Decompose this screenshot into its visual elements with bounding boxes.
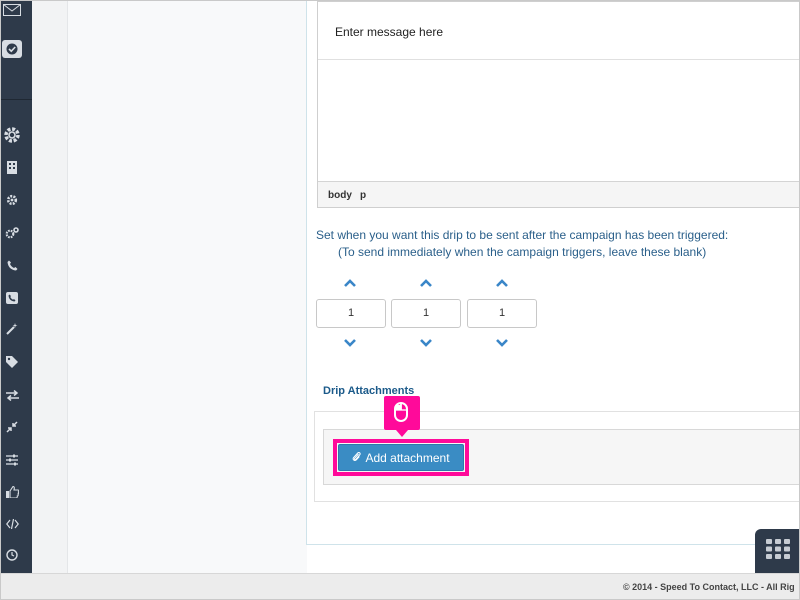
gear-icon[interactable] — [1, 125, 23, 145]
message-editor[interactable]: Enter message here body p — [317, 1, 799, 208]
editor-status-bar: body p — [318, 181, 799, 207]
decrement-3-icon[interactable] — [495, 338, 509, 348]
editor-separator — [318, 59, 799, 60]
compress-icon[interactable] — [1, 420, 23, 434]
phone-square-icon[interactable] — [1, 291, 23, 305]
settings-icon[interactable] — [1, 193, 23, 207]
timing-hint: (To send immediately when the campaign t… — [338, 245, 707, 259]
thumbs-up-icon[interactable] — [1, 485, 23, 499]
increment-2-icon[interactable] — [419, 278, 433, 288]
content-gutter — [67, 1, 307, 573]
add-attachment-button[interactable]: Add attachment — [338, 444, 464, 471]
mouse-icon — [393, 402, 409, 427]
delay-field-2[interactable]: 1 — [391, 299, 461, 328]
decrement-1-icon[interactable] — [343, 338, 357, 348]
message-placeholder[interactable]: Enter message here — [335, 25, 443, 39]
sliders-icon[interactable] — [1, 453, 23, 467]
clock-icon[interactable] — [1, 548, 23, 562]
exchange-icon[interactable] — [1, 388, 23, 402]
copyright-text: © 2014 - Speed To Contact, LLC - All Rig — [623, 582, 795, 592]
phone-icon[interactable] — [1, 258, 23, 272]
app-frame: Enter message here body p Set when you w… — [0, 0, 800, 600]
check-icon[interactable] — [1, 39, 23, 59]
tag-icon[interactable] — [1, 355, 23, 369]
sidebar — [1, 1, 32, 573]
status-path-p[interactable]: p — [360, 190, 366, 201]
magic-wand-icon[interactable] — [1, 322, 23, 336]
delay-field-3[interactable]: 1 — [467, 299, 537, 328]
delay-field-1[interactable]: 1 — [316, 299, 386, 328]
increment-3-icon[interactable] — [495, 278, 509, 288]
decrement-2-icon[interactable] — [419, 338, 433, 348]
building-icon[interactable] — [1, 160, 23, 174]
footer: © 2014 - Speed To Contact, LLC - All Rig — [1, 573, 799, 599]
apps-launcher-button[interactable] — [755, 529, 799, 573]
grid-icon — [766, 538, 790, 564]
mail-icon[interactable] — [1, 3, 23, 17]
code-icon[interactable] — [1, 517, 23, 531]
add-attachment-label: Add attachment — [365, 450, 450, 465]
cogs-icon[interactable] — [1, 226, 23, 240]
timing-instructions: Set when you want this drip to be sent a… — [316, 228, 729, 242]
sidebar-divider — [1, 99, 32, 100]
secondary-nav-strip — [32, 1, 67, 573]
status-path-body[interactable]: body — [328, 190, 352, 201]
callout-pointer — [396, 430, 408, 437]
increment-1-icon[interactable] — [343, 278, 357, 288]
paperclip-icon — [352, 451, 362, 465]
